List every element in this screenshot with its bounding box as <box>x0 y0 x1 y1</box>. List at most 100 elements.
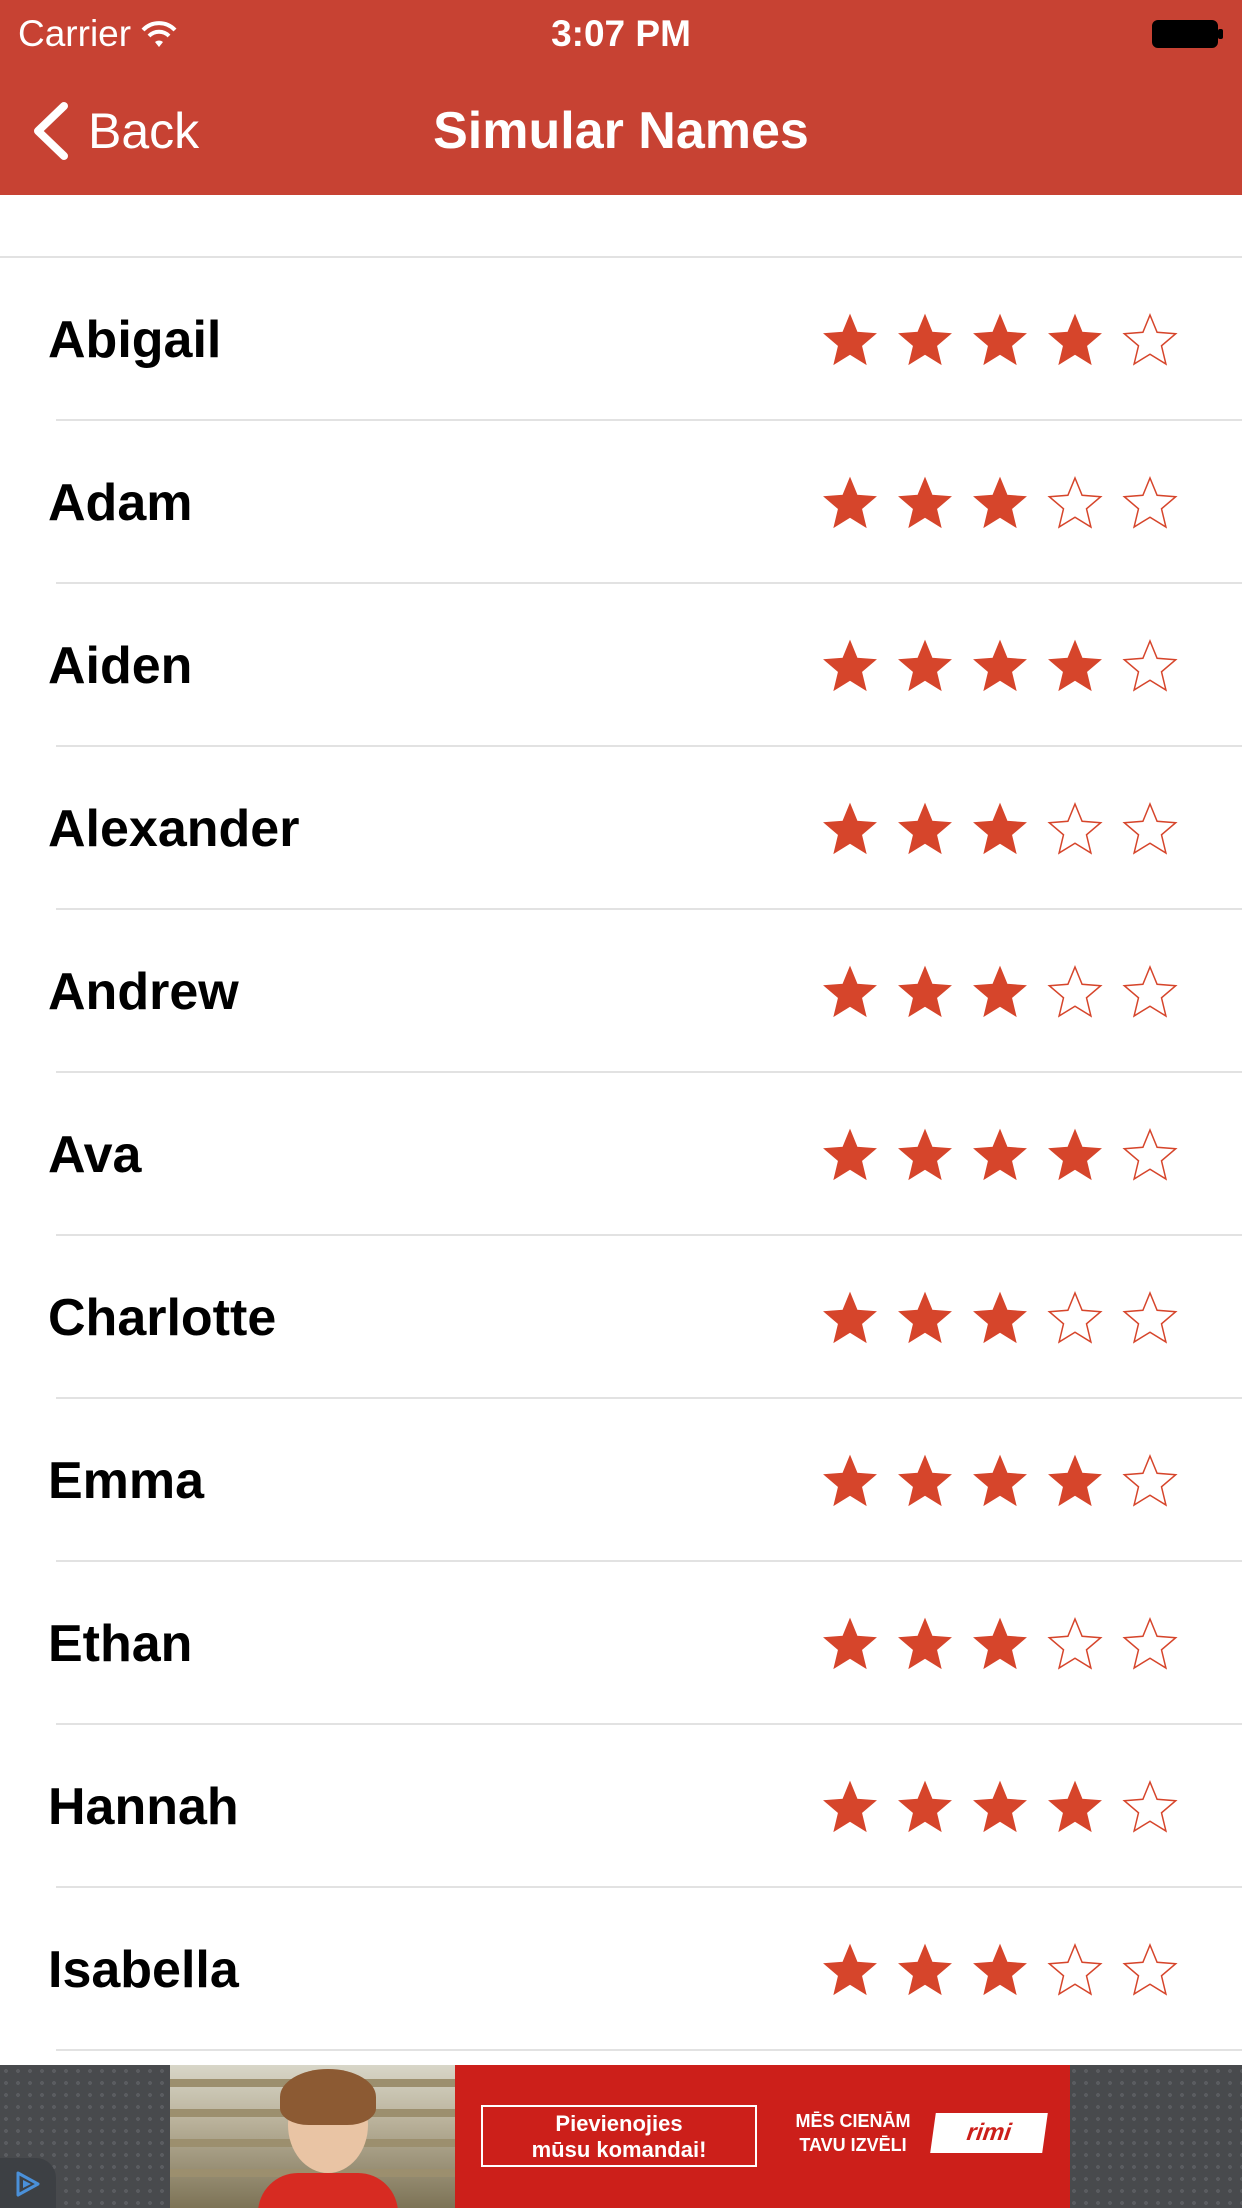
star-filled-icon <box>1048 1454 1102 1506</box>
star-outline-icon <box>1122 1453 1178 1507</box>
top-bar: Carrier 3:07 PM Back Simular Names <box>0 0 1242 195</box>
star-filled-icon <box>973 1617 1027 1669</box>
ad-cta-line1: Pievienojies <box>555 2111 683 2136</box>
name-label: Adam <box>48 473 193 532</box>
star-rating <box>820 1125 1180 1185</box>
star-filled-icon <box>898 802 952 854</box>
star-outline-icon <box>1122 1290 1178 1344</box>
star-filled-icon <box>973 1454 1027 1506</box>
star-filled-icon <box>823 1291 877 1343</box>
ad-cta-line2: mūsu komandai! <box>531 2137 707 2162</box>
star-filled-icon <box>973 313 1027 365</box>
star-filled-icon <box>823 965 877 1017</box>
star-filled-icon <box>823 1128 877 1180</box>
star-rating <box>820 1451 1180 1511</box>
star-rating <box>820 799 1180 859</box>
star-rating <box>820 1940 1180 2000</box>
name-row[interactable]: Alexander <box>0 747 1242 910</box>
name-row[interactable]: Abigail <box>0 258 1242 421</box>
star-filled-icon <box>973 639 1027 691</box>
star-rating <box>820 1777 1180 1837</box>
star-filled-icon <box>1048 1780 1102 1832</box>
ad-slogan: MĒS CIENĀM TAVU IZVĒLI <box>783 2109 923 2157</box>
name-label: Abigail <box>48 310 222 369</box>
name-label: Ethan <box>48 1614 193 1673</box>
star-filled-icon <box>823 313 877 365</box>
ad-creative[interactable]: Pievienojies mūsu komandai! MĒS CIENĀM T… <box>170 2065 1070 2208</box>
star-filled-icon <box>973 965 1027 1017</box>
star-rating <box>820 962 1180 1022</box>
name-row[interactable]: Ava <box>0 1073 1242 1236</box>
star-outline-icon <box>1122 1779 1178 1833</box>
name-row[interactable]: Emma <box>0 1399 1242 1562</box>
name-label: Alexander <box>48 799 300 858</box>
navigation-bar: Back Simular Names <box>0 66 1242 195</box>
name-label: Ava <box>48 1125 142 1184</box>
star-outline-icon <box>1122 801 1178 855</box>
names-list[interactable]: Abigail Adam Aiden Alexander Andrew Ava Charlo… <box>0 195 1242 2065</box>
name-label: Andrew <box>48 962 239 1021</box>
star-filled-icon <box>973 1291 1027 1343</box>
adchoices-icon[interactable] <box>0 2158 56 2208</box>
name-label: Hannah <box>48 1777 239 1836</box>
star-filled-icon <box>1048 1128 1102 1180</box>
ad-red-panel: Pievienojies mūsu komandai! MĒS CIENĀM T… <box>455 2065 1070 2208</box>
star-filled-icon <box>823 1943 877 1995</box>
star-filled-icon <box>898 1454 952 1506</box>
star-rating <box>820 473 1180 533</box>
name-label: Emma <box>48 1451 205 1510</box>
battery-icon <box>1152 20 1224 48</box>
name-label: Charlotte <box>48 1288 277 1347</box>
star-outline-icon <box>1047 1616 1103 1670</box>
star-outline-icon <box>1122 964 1178 1018</box>
star-filled-icon <box>898 1617 952 1669</box>
ad-photo <box>170 2065 455 2208</box>
star-rating <box>820 1614 1180 1674</box>
star-outline-icon <box>1122 475 1178 529</box>
star-filled-icon <box>898 1128 952 1180</box>
star-outline-icon <box>1047 1290 1103 1344</box>
star-filled-icon <box>898 1943 952 1995</box>
star-filled-icon <box>823 1780 877 1832</box>
star-rating <box>820 1288 1180 1348</box>
star-outline-icon <box>1047 801 1103 855</box>
rimi-logo: rimi <box>930 2113 1048 2153</box>
star-outline-icon <box>1122 1127 1178 1181</box>
name-row[interactable]: Aiden <box>0 584 1242 747</box>
ad-slogan-line1: MĒS CIENĀM <box>795 2111 911 2131</box>
status-time: 3:07 PM <box>551 13 691 54</box>
page-title: Simular Names <box>433 102 809 160</box>
ad-banner[interactable]: Pievienojies mūsu komandai! MĒS CIENĀM T… <box>0 2065 1242 2208</box>
name-row[interactable]: Andrew <box>0 910 1242 1073</box>
star-filled-icon <box>973 1943 1027 1995</box>
star-filled-icon <box>1048 313 1102 365</box>
star-filled-icon <box>898 639 952 691</box>
row-divider <box>56 2049 1242 2051</box>
star-outline-icon <box>1122 1616 1178 1670</box>
name-row[interactable]: Charlotte <box>0 1236 1242 1399</box>
star-outline-icon <box>1122 638 1178 692</box>
ad-cta[interactable]: Pievienojies mūsu komandai! <box>481 2105 757 2167</box>
name-row[interactable]: Adam <box>0 421 1242 584</box>
star-filled-icon <box>823 1617 877 1669</box>
star-filled-icon <box>898 1291 952 1343</box>
name-row[interactable]: Hannah <box>0 1725 1242 1888</box>
star-filled-icon <box>823 802 877 854</box>
name-label: Isabella <box>48 1940 239 1999</box>
star-outline-icon <box>1047 475 1103 529</box>
star-filled-icon <box>823 639 877 691</box>
star-filled-icon <box>1048 639 1102 691</box>
star-outline-icon <box>1047 1942 1103 1996</box>
star-filled-icon <box>823 476 877 528</box>
star-filled-icon <box>973 1780 1027 1832</box>
star-filled-icon <box>898 476 952 528</box>
name-row[interactable]: Isabella <box>0 1888 1242 2051</box>
star-filled-icon <box>973 1128 1027 1180</box>
star-filled-icon <box>823 1454 877 1506</box>
star-filled-icon <box>898 965 952 1017</box>
star-filled-icon <box>973 802 1027 854</box>
status-bar: Carrier 3:07 PM <box>0 0 1242 66</box>
star-outline-icon <box>1047 964 1103 1018</box>
name-row[interactable]: Ethan <box>0 1562 1242 1725</box>
ad-slogan-line2: TAVU IZVĒLI <box>799 2135 907 2155</box>
